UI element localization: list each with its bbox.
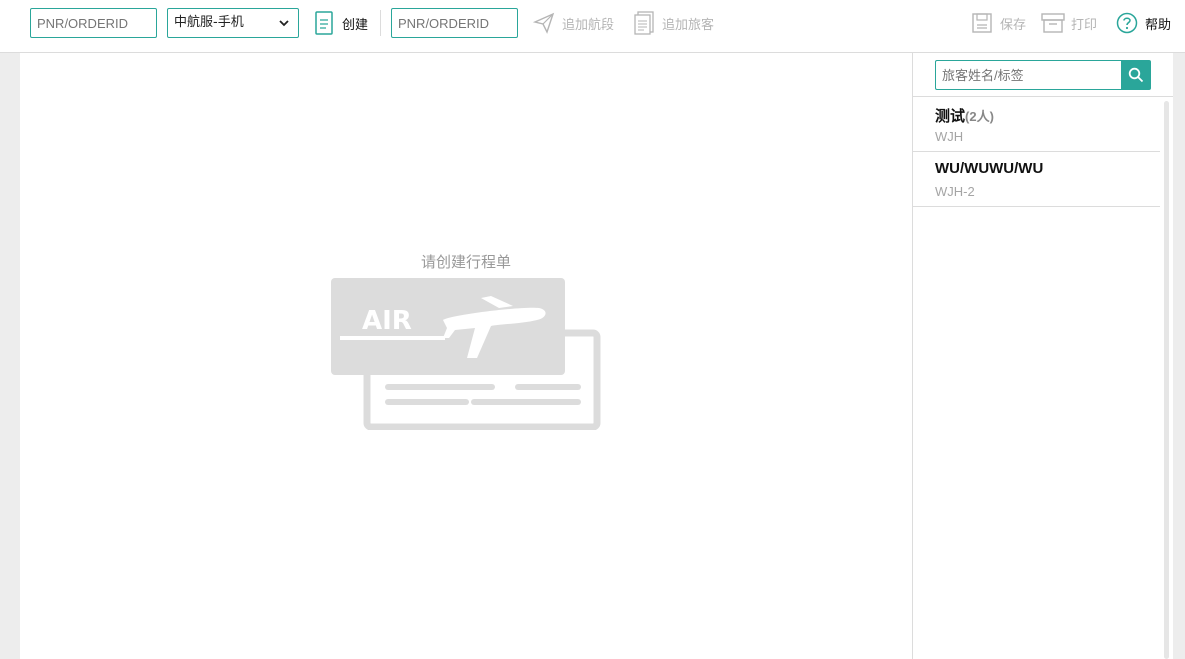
paper-plane-icon — [532, 11, 556, 35]
passenger-search — [935, 60, 1151, 90]
passenger-name: WU/WUWU/WU — [935, 160, 1044, 177]
document-icon — [312, 11, 336, 35]
add-passenger-button[interactable]: 追加旅客 — [632, 10, 714, 36]
itinerary-area: 请创建行程单 AIR — [20, 53, 912, 659]
right-gutter — [1173, 53, 1185, 659]
add-segment-label: 追加航段 — [562, 17, 615, 33]
illustration-air-text: AIR — [362, 306, 412, 336]
save-label: 保存 — [1000, 17, 1027, 33]
create-button[interactable]: 创建 — [312, 10, 368, 36]
passenger-search-input[interactable] — [935, 60, 1121, 90]
pnr-input[interactable] — [30, 8, 157, 38]
scrollbar[interactable] — [1164, 101, 1169, 659]
list-item[interactable]: 测试(2人) WJH — [913, 97, 1160, 152]
chevron-down-icon — [279, 20, 289, 27]
channel-select[interactable]: 中航服-手机 — [167, 8, 299, 38]
toolbar-divider — [380, 10, 381, 36]
search-icon — [1128, 67, 1144, 83]
print-button[interactable]: 打印 — [1041, 10, 1097, 36]
passenger-name: 测试(2人) — [935, 108, 994, 125]
help-label: 帮助 — [1145, 17, 1172, 33]
left-gutter — [0, 53, 20, 659]
add-passenger-label: 追加旅客 — [662, 17, 715, 33]
add-segment-button[interactable]: 追加航段 — [532, 10, 614, 36]
passenger-tag: WJH — [935, 129, 964, 144]
save-icon — [970, 11, 994, 35]
create-label: 创建 — [342, 17, 369, 33]
search-button[interactable] — [1121, 60, 1151, 90]
airplane-ticket-icon: AIR — [331, 278, 601, 430]
passenger-panel: 测试(2人) WJH WU/WUWU/WU WJH-2 — [912, 53, 1174, 659]
help-button[interactable]: 帮助 — [1115, 10, 1171, 36]
passenger-list: 测试(2人) WJH WU/WUWU/WU WJH-2 — [913, 97, 1160, 207]
printer-icon — [1041, 11, 1065, 35]
passenger-count: (2人) — [965, 109, 994, 124]
empty-message: 请创建行程单 — [420, 253, 511, 271]
help-icon — [1115, 11, 1139, 35]
list-item[interactable]: WU/WUWU/WU WJH-2 — [913, 152, 1160, 207]
document-add-icon — [632, 11, 656, 35]
save-button[interactable]: 保存 — [970, 10, 1026, 36]
channel-select-value: 中航服-手机 — [174, 15, 244, 30]
passenger-tag: WJH-2 — [935, 184, 975, 199]
print-label: 打印 — [1071, 17, 1098, 33]
toolbar: 中航服-手机 创建 追加航段 追加旅客 保存 打印 帮 — [0, 0, 1185, 53]
pnr-input-secondary[interactable] — [391, 8, 518, 38]
